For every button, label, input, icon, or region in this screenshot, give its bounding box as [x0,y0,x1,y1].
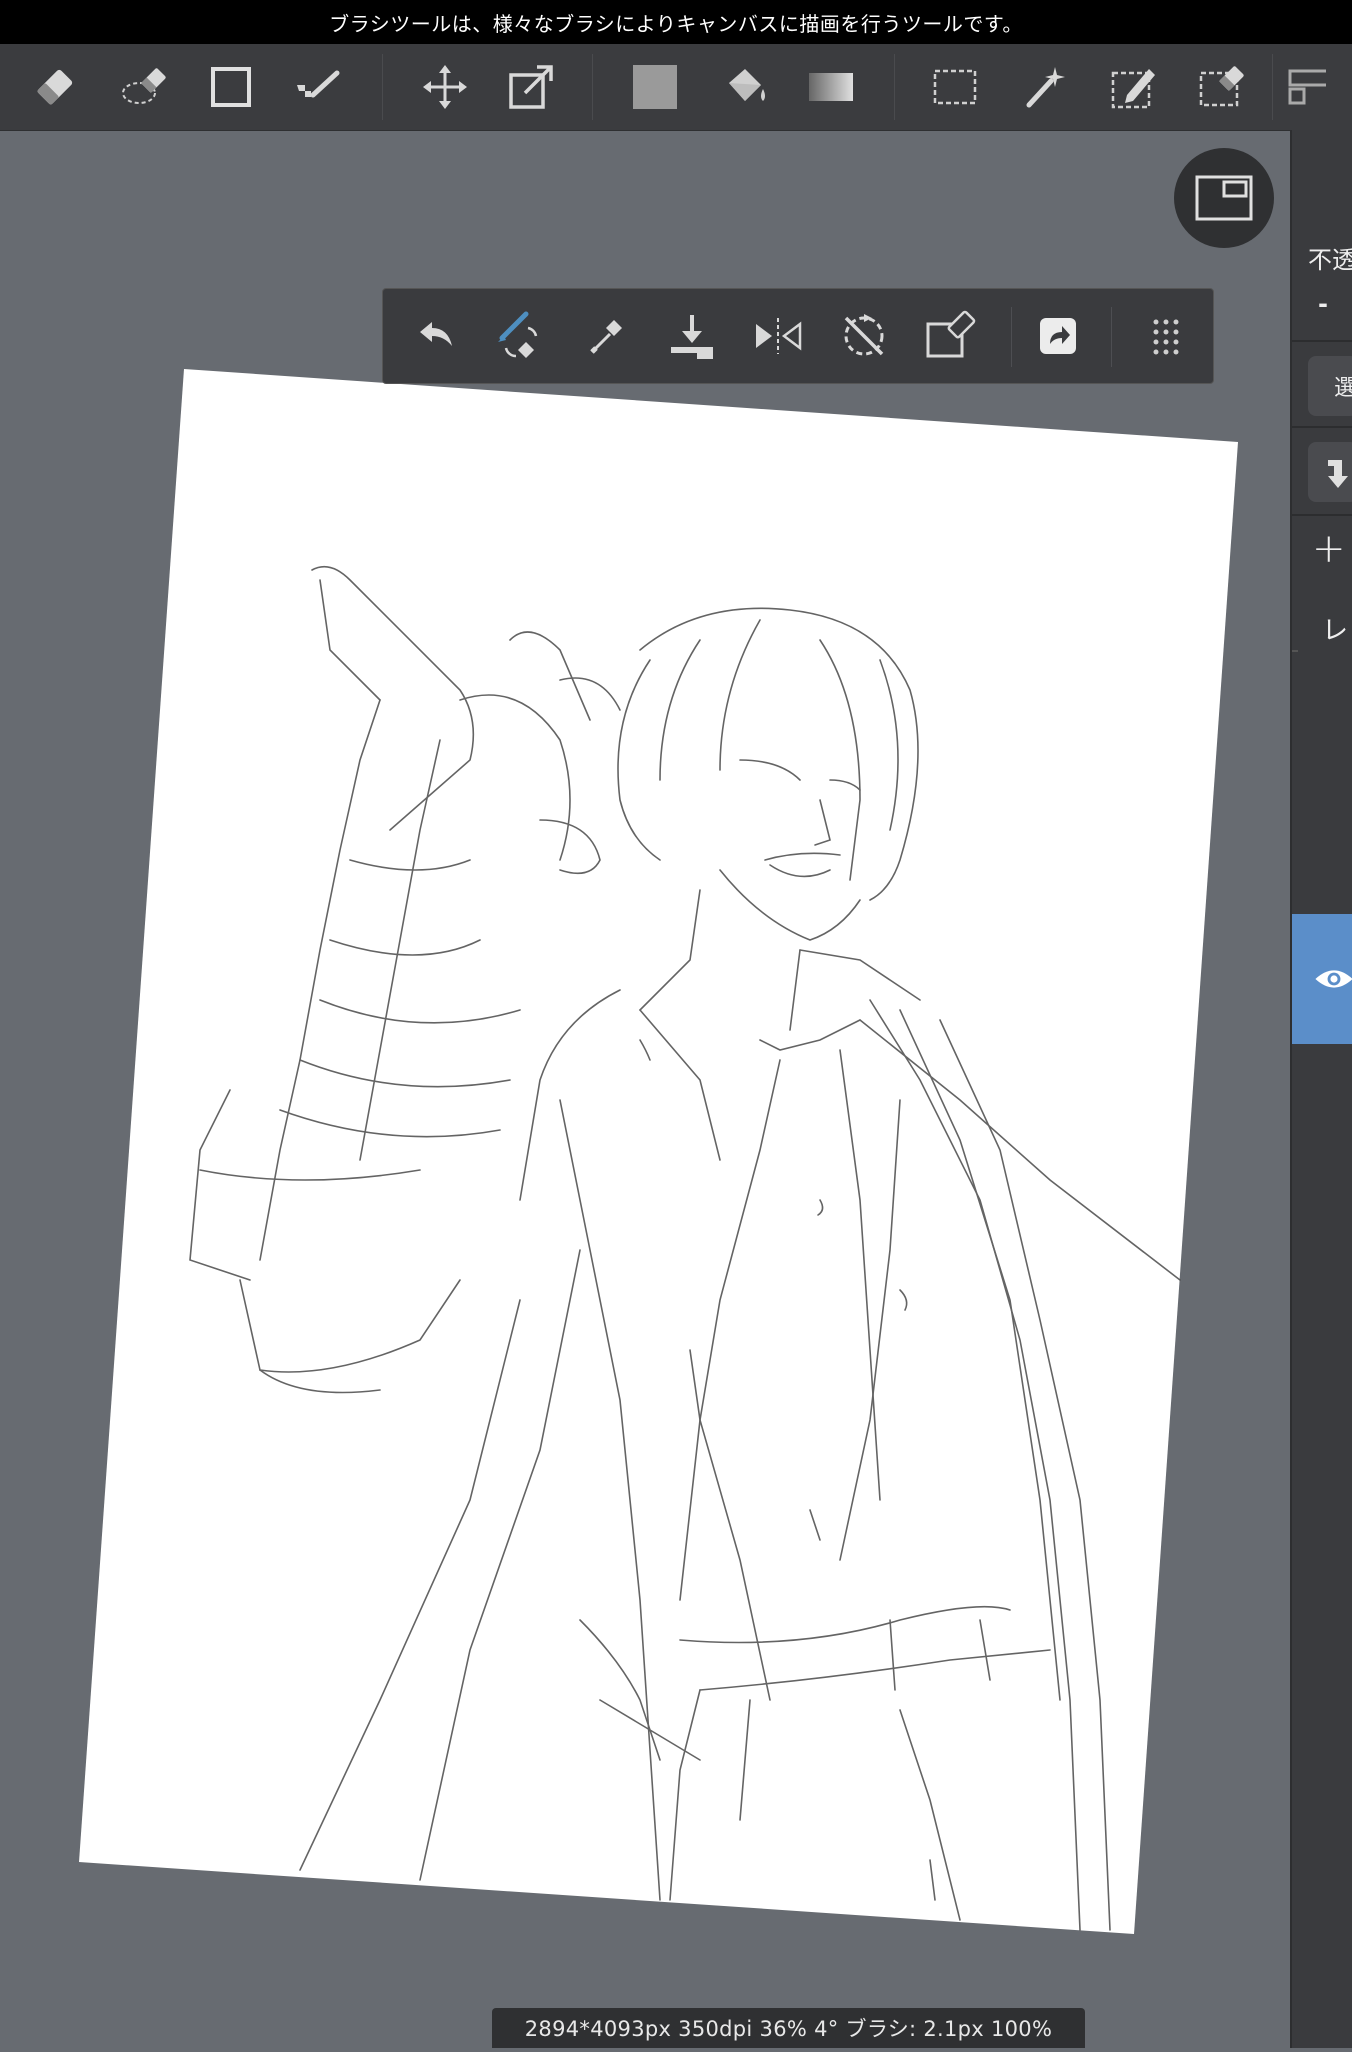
command-bar-divider [1011,307,1012,367]
arrow-down-icon [1328,460,1348,488]
gradient-tool-icon[interactable] [798,54,864,120]
panel-divider [1292,426,1352,428]
layout-icon[interactable] [1286,54,1352,120]
select-button-label: 選 [1334,376,1352,401]
navigator-button[interactable] [1174,148,1274,248]
toolbar-divider [592,54,593,120]
command-bar-divider [1111,307,1112,367]
panel-edge [1292,650,1298,652]
command-bar [382,288,1214,384]
main-toolbar [0,44,1352,131]
eyedropper-icon[interactable] [573,303,639,369]
brush-color-swap-icon[interactable] [487,303,553,369]
status-bar: 2894*4093px 350dpi 36% 4° ブラシ: 2.1px 100… [492,2008,1085,2048]
opacity-minus-button[interactable]: - [1318,290,1328,318]
toolbar-divider [382,54,383,120]
flip-horizontal-icon[interactable] [745,303,811,369]
layer-panel: 不透 - 選 + レ [1290,130,1352,2048]
layer-label: レ [1322,616,1349,646]
move-tool-icon[interactable] [412,54,478,120]
rectangle-selection-tool-icon[interactable] [922,54,988,120]
layer-visibility-toggle[interactable] [1292,914,1352,1044]
bucket-fill-tool-icon[interactable] [712,54,778,120]
tooltip-text: ブラシツールは、様々なブラシによりキャンバスに描画を行うツールです。 [329,11,1023,36]
panel-divider [1292,514,1352,516]
selection-pen-tool-icon[interactable] [1100,54,1166,120]
lasso-eraser-tool-icon[interactable] [112,54,178,120]
magic-wand-tool-icon[interactable] [1012,54,1078,120]
toolbar-divider [894,54,895,120]
eraser-tool-icon[interactable] [22,54,88,120]
layer-move-down-button[interactable] [1308,442,1352,502]
clear-selection-icon[interactable] [917,303,983,369]
more-grid-icon[interactable] [1133,303,1199,369]
rotation-reset-icon[interactable] [831,303,897,369]
panel-divider [1292,340,1352,342]
transform-tool-icon[interactable] [498,54,564,120]
import-icon[interactable] [659,303,725,369]
tooltip-bar: ブラシツールは、様々なブラシによりキャンバスに描画を行うツールです。 [0,0,1352,44]
undo-icon[interactable] [403,303,469,369]
toolbar-divider [1272,54,1273,120]
select-button[interactable]: 選 [1308,356,1352,416]
lasso-fill-tool-icon[interactable] [284,54,350,120]
share-icon[interactable] [1025,303,1091,369]
navigator-icon [1195,175,1253,221]
color-fill-swatch-icon[interactable] [622,54,688,120]
opacity-label: 不透 [1308,246,1352,274]
eye-icon [1315,970,1352,988]
canvas-paper [79,369,1238,1934]
sketch-artwork [189,565,1181,1931]
status-text: 2894*4093px 350dpi 36% 4° ブラシ: 2.1px 100… [524,2017,1053,2041]
rectangle-tool-icon[interactable] [198,54,264,120]
selection-eraser-tool-icon[interactable] [1188,54,1254,120]
add-layer-button[interactable]: + [1312,526,1346,572]
